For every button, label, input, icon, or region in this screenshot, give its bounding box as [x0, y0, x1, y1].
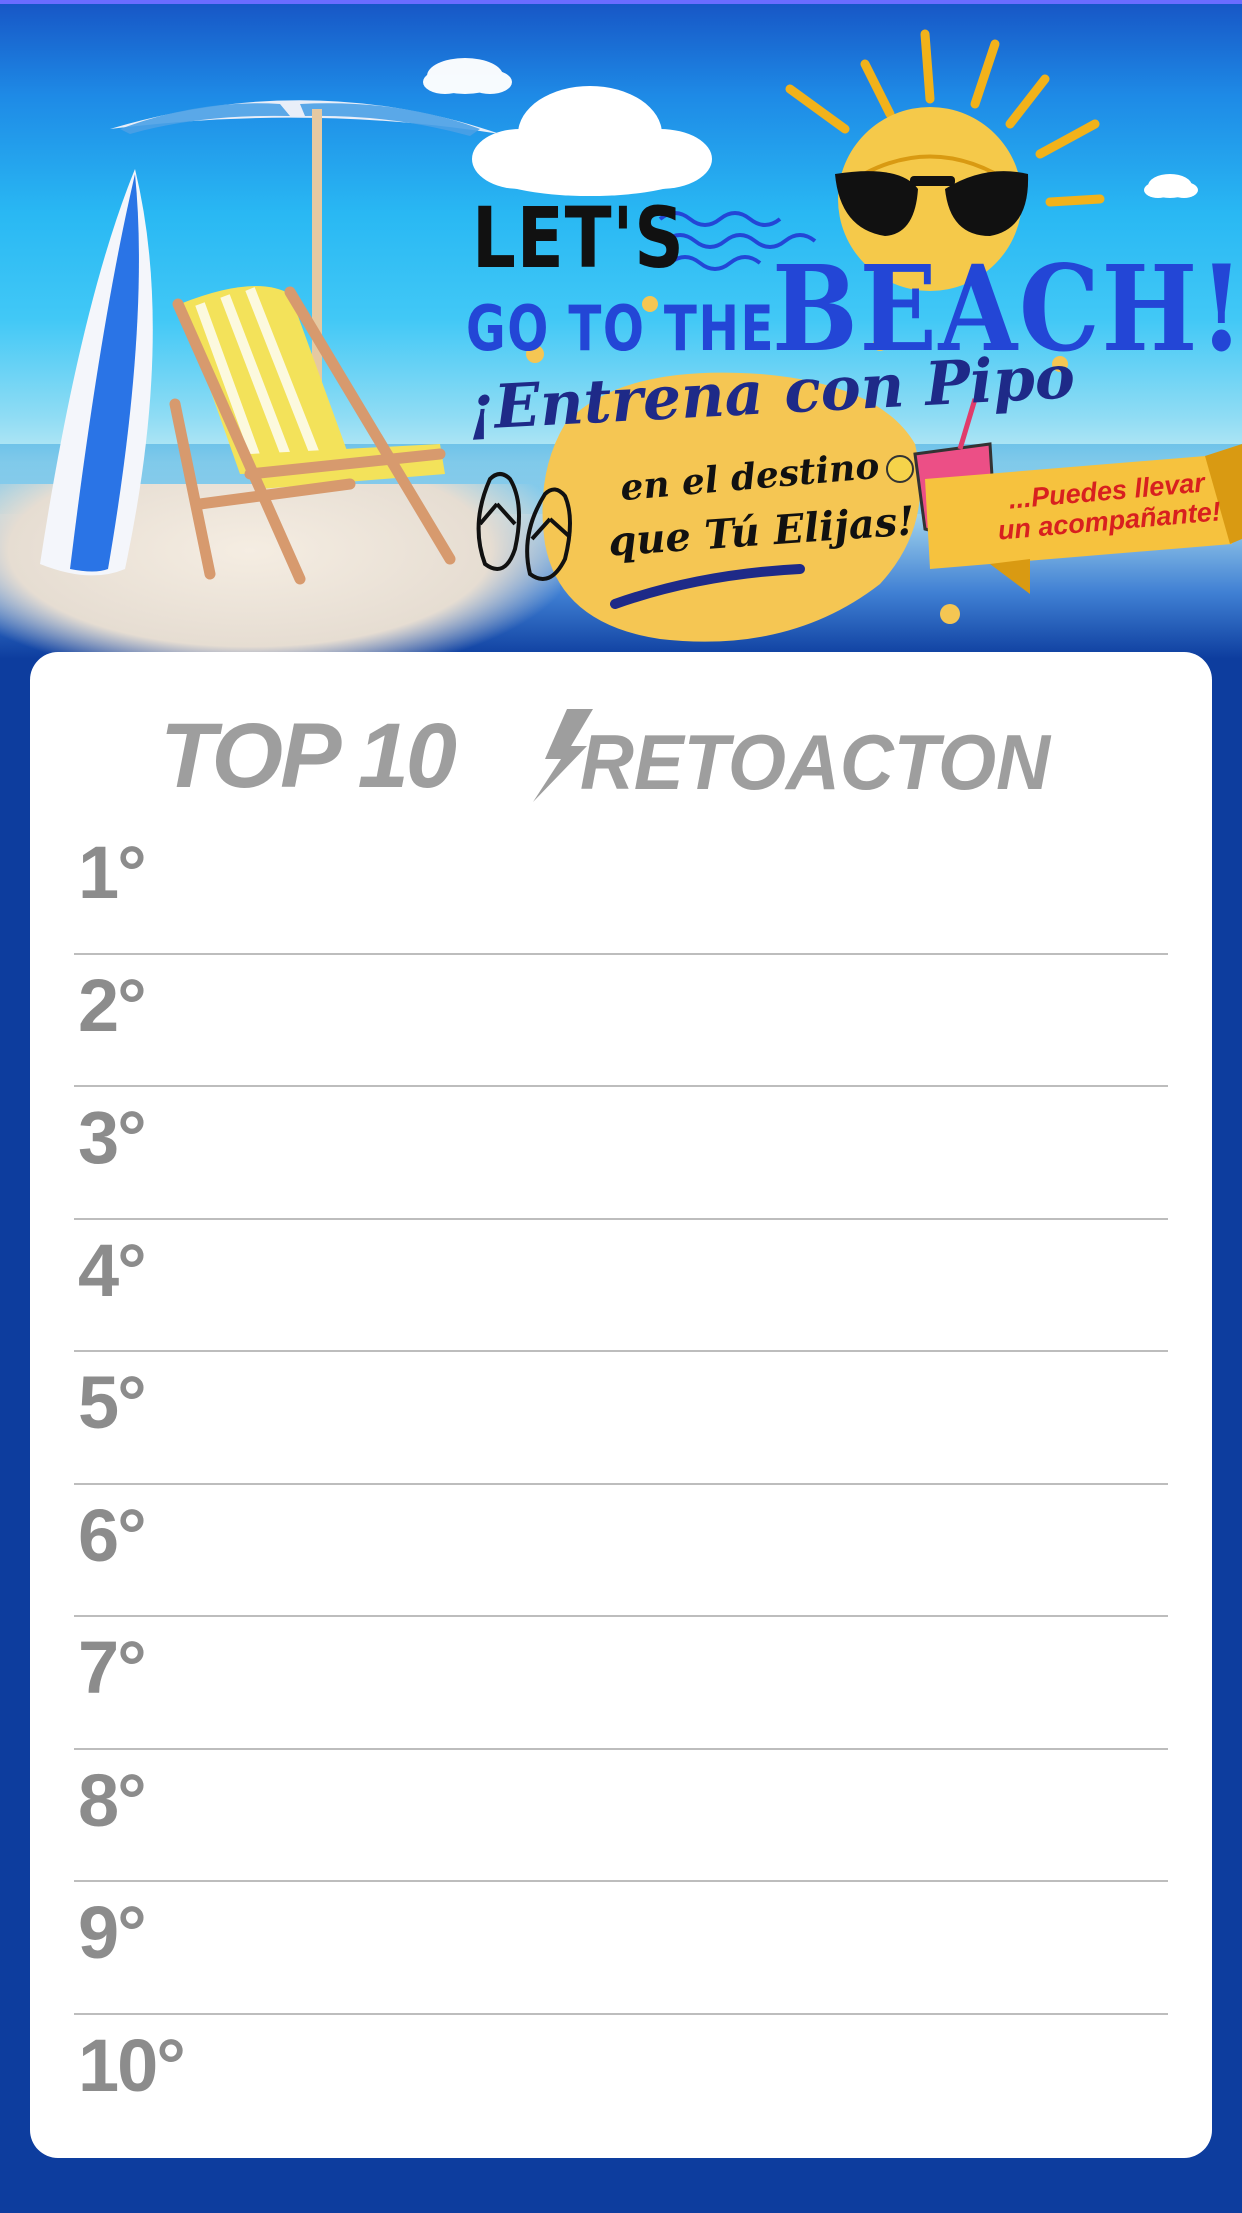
- ranking-row-9: 9°: [74, 1882, 1168, 2015]
- rank-label: 1°: [78, 831, 147, 914]
- rank-label: 9°: [78, 1891, 147, 1974]
- rank-label: 10°: [78, 2023, 186, 2107]
- promo-banner: LET'S GO TO THE BEACH! ¡Entrena con Pipo…: [0, 4, 1242, 659]
- ranking-row-6: 6°: [74, 1485, 1168, 1617]
- surfboard-icon: [40, 169, 153, 576]
- rank-label: 3°: [78, 1096, 147, 1179]
- ranking-row-2: 2°: [74, 955, 1168, 1087]
- leaderboard-header: TOP 10 RETOACTON: [30, 704, 1212, 807]
- rank-label: 4°: [78, 1228, 147, 1312]
- rank-label: 8°: [78, 1758, 147, 1842]
- rank-label: 7°: [78, 1626, 147, 1709]
- ranking-row-10: 10°: [74, 2015, 1168, 2148]
- ranking-row-3: 3°: [74, 1087, 1168, 1220]
- cloud-icon: [472, 86, 712, 196]
- rank-label: 6°: [78, 1493, 147, 1577]
- rank-label: 5°: [78, 1361, 147, 1444]
- leaderboard-card: TOP 10 RETOACTON 1° 2° 3° 4° 5° 6° 7° 8°…: [30, 652, 1212, 2158]
- leaderboard-title: TOP 10: [160, 705, 457, 807]
- ranking-row-7: 7°: [74, 1617, 1168, 1750]
- rank-label: 2°: [78, 963, 147, 1047]
- retoacton-logo: RETOACTON: [533, 709, 1052, 804]
- ranking-row-1: 1°: [74, 822, 1168, 955]
- cloud-icon: [423, 58, 512, 94]
- headline-lets: LET'S: [472, 189, 685, 287]
- ranking-row-8: 8°: [74, 1750, 1168, 1882]
- ranking-row-4: 4°: [74, 1220, 1168, 1352]
- ranking-row-5: 5°: [74, 1352, 1168, 1485]
- cloud-icon: [1144, 174, 1198, 198]
- ranking-list: 1° 2° 3° 4° 5° 6° 7° 8° 9° 10°: [74, 822, 1168, 2147]
- beach-chair-icon: [169, 286, 456, 585]
- headline-go-to-the: GO TO THE: [466, 292, 776, 365]
- brand-wordmark: RETOACTON: [580, 718, 1052, 804]
